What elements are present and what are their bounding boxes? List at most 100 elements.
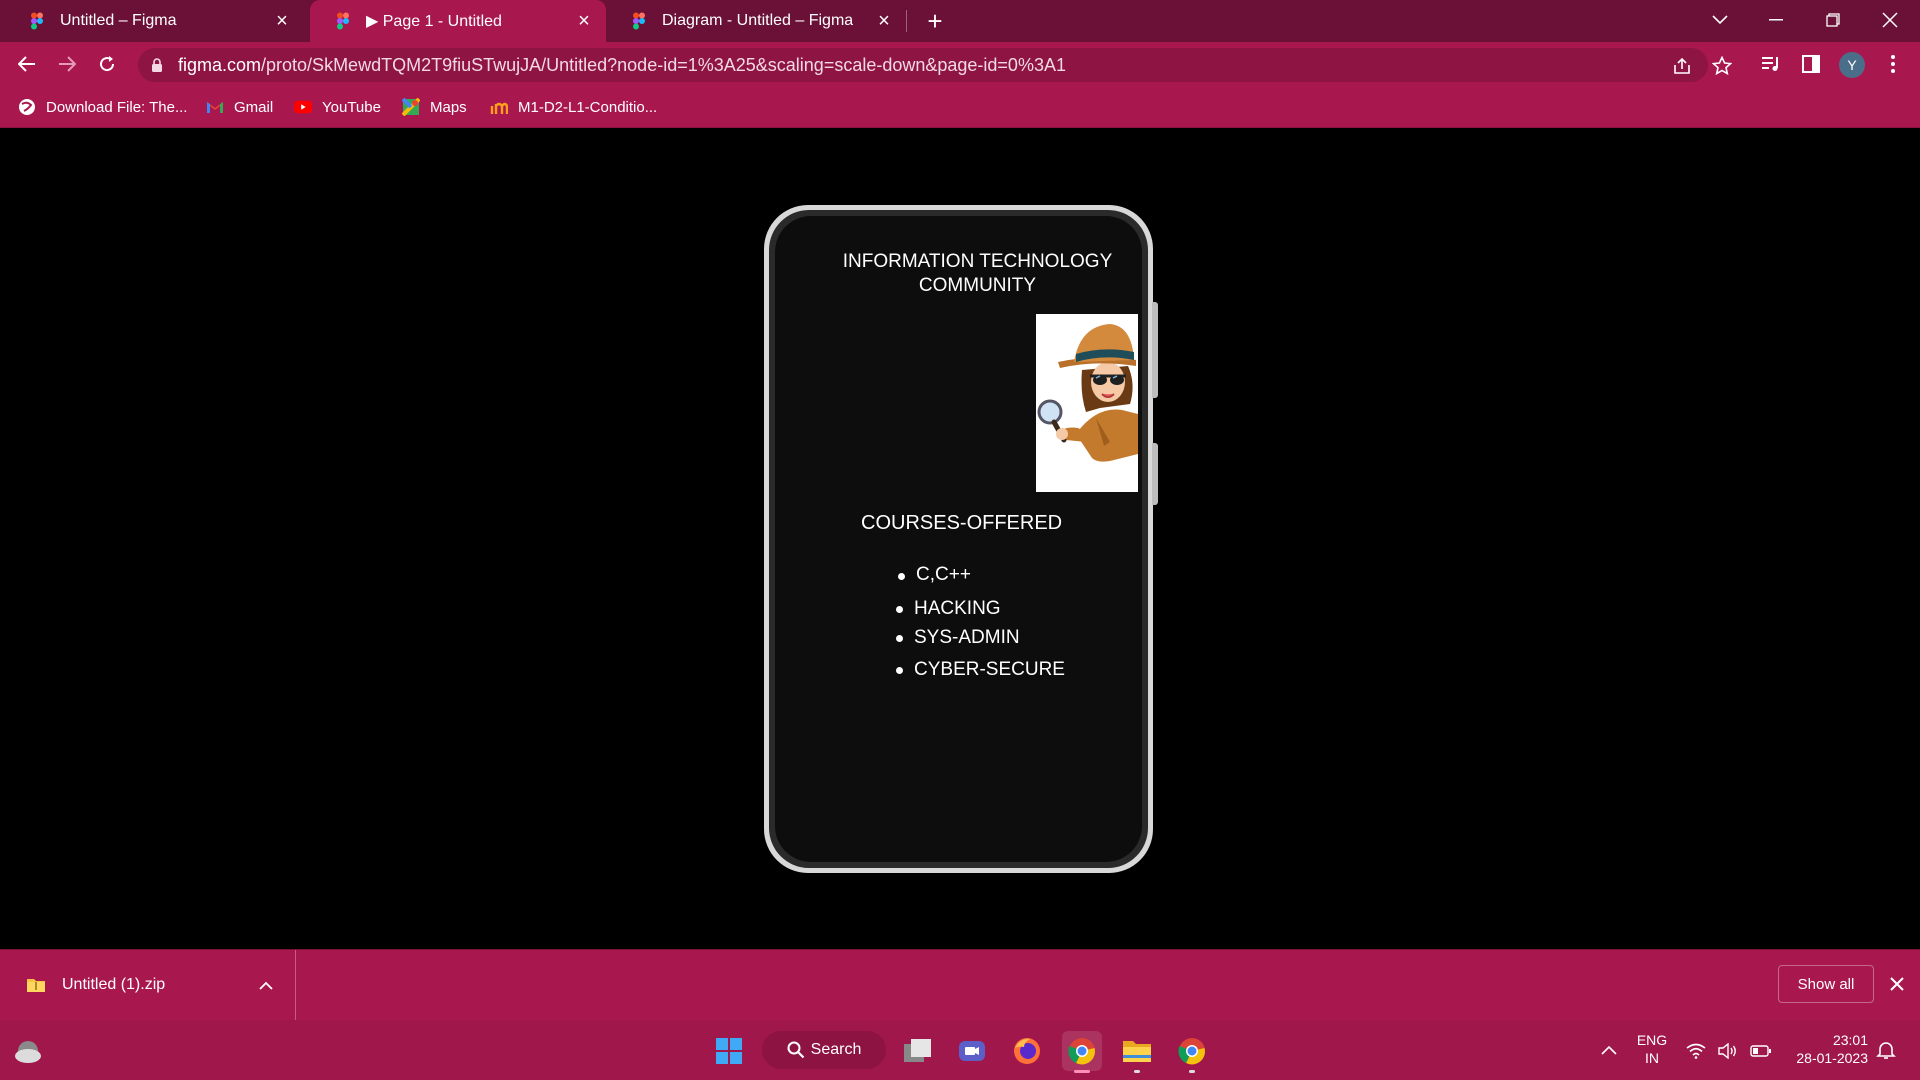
wifi-icon <box>1686 1043 1706 1059</box>
browser-menu-button[interactable] <box>1877 48 1909 80</box>
restore-button[interactable] <box>1817 4 1849 36</box>
task-view-icon <box>904 1039 931 1062</box>
side-panel-button[interactable] <box>1795 48 1827 80</box>
close-icon <box>1882 12 1898 28</box>
tab-label: Diagram - Untitled – Figma <box>662 12 854 29</box>
show-hidden-icons-button[interactable] <box>1593 1034 1625 1066</box>
phone-side-button <box>1152 443 1158 505</box>
start-button[interactable] <box>709 1031 749 1071</box>
close-icon[interactable]: × <box>874 11 894 31</box>
chrome-profile-button[interactable] <box>1172 1031 1212 1071</box>
lock-icon[interactable] <box>151 58 163 73</box>
bookmark-label: Download File: The... <box>46 98 188 116</box>
weather-widget[interactable] <box>8 1031 48 1071</box>
courses-heading: COURSES-OFFERED <box>861 512 1063 534</box>
chevron-down-icon <box>1712 15 1728 25</box>
bullet <box>896 635 903 642</box>
tab-label: Untitled – Figma <box>60 12 177 29</box>
bookmark-maps[interactable]: Maps <box>402 94 467 120</box>
bullet <box>896 667 903 674</box>
new-tab-button[interactable]: + <box>919 5 951 37</box>
profile-avatar[interactable]: Y <box>1839 52 1865 78</box>
media-controls-button[interactable] <box>1755 48 1787 80</box>
back-button[interactable] <box>11 48 43 80</box>
close-download-bar-button[interactable] <box>1881 968 1913 1000</box>
arrow-right-icon <box>59 56 76 72</box>
taskbar-search[interactable]: Search <box>762 1031 886 1069</box>
notifications-button[interactable] <box>1870 1034 1902 1066</box>
globe-icon <box>19 99 35 115</box>
show-all-downloads-button[interactable]: Show all <box>1778 965 1874 1003</box>
clock-time: 23:01 <box>1832 1032 1868 1048</box>
tab-diagram-figma[interactable]: Diagram - Untitled – Figma × <box>606 0 906 42</box>
download-item[interactable]: Untitled (1).zip <box>0 950 296 1020</box>
chevron-up-icon <box>1601 1045 1617 1055</box>
chevron-up-icon[interactable] <box>259 981 273 991</box>
figma-icon <box>31 12 43 30</box>
tab-untitled-figma[interactable]: Untitled – Figma × <box>4 0 304 42</box>
download-file-name: Untitled (1).zip <box>62 976 166 993</box>
bookmark-m1-d2-l1[interactable]: M1-D2-L1-Conditio... <box>490 94 657 120</box>
bullet <box>896 606 903 613</box>
bookmark-label: M1-D2-L1-Conditio... <box>518 98 658 116</box>
clock[interactable]: 23:01 28-01-2023 <box>1784 1031 1868 1067</box>
battery-icon <box>1750 1045 1771 1057</box>
forward-button[interactable] <box>51 48 83 80</box>
firefox-button[interactable] <box>1007 1031 1047 1071</box>
detective-icon <box>1037 324 1138 462</box>
tab-search-button[interactable] <box>1704 4 1736 36</box>
reload-button[interactable] <box>91 48 123 80</box>
search-label: Search <box>810 1041 862 1058</box>
url-path: /proto/SkMewdTQM2T9fiuSTwujJA/Untitled?n… <box>261 55 1066 75</box>
star-icon <box>1712 56 1732 76</box>
bookmarks-bar <box>0 86 1920 128</box>
minimize-icon <box>1769 19 1783 21</box>
input-language-indicator[interactable]: ENG IN <box>1627 1031 1677 1067</box>
bookmark-label: Maps <box>430 98 467 116</box>
chrome-button[interactable] <box>1062 1031 1102 1071</box>
bookmark-label: YouTube <box>322 98 381 116</box>
running-app-indicator <box>1189 1070 1195 1073</box>
language-code: ENG <box>1636 1032 1668 1048</box>
share-button[interactable] <box>1666 50 1698 82</box>
task-view-button[interactable] <box>898 1031 938 1071</box>
phone-screen <box>775 216 1142 862</box>
close-icon[interactable]: × <box>574 11 594 31</box>
course-site-icon <box>490 102 508 114</box>
bookmark-youtube[interactable]: YouTube <box>294 94 381 120</box>
bell-icon <box>1876 1042 1896 1059</box>
zip-file-icon <box>27 979 45 992</box>
course-item: C,C++ <box>916 564 971 585</box>
chrome-icon <box>1178 1038 1205 1065</box>
youtube-icon <box>294 100 312 114</box>
quick-settings[interactable] <box>1686 1040 1772 1062</box>
volume-icon <box>1718 1043 1736 1059</box>
folder-icon <box>1123 1041 1151 1062</box>
teams-chat-button[interactable] <box>952 1031 992 1071</box>
windows-icon <box>716 1038 742 1064</box>
gmail-icon <box>207 102 223 113</box>
active-app-indicator <box>1074 1070 1090 1073</box>
file-explorer-button[interactable] <box>1117 1031 1157 1071</box>
community-title: INFORMATION TECHNOLOGY COMMUNITY <box>790 250 1165 298</box>
search-icon <box>787 1041 804 1059</box>
running-app-indicator <box>1134 1070 1140 1073</box>
reload-icon <box>100 56 115 72</box>
minimize-button[interactable] <box>1760 4 1792 36</box>
close-icon[interactable]: × <box>272 11 292 31</box>
bookmark-download-file[interactable]: Download File: The... <box>18 94 187 120</box>
url-host: figma.com <box>178 55 262 75</box>
course-item: CYBER-SECURE <box>914 659 1065 680</box>
share-icon <box>1674 57 1690 74</box>
video-chat-icon <box>959 1041 985 1061</box>
bookmark-star-button[interactable] <box>1706 50 1738 82</box>
bookmark-gmail[interactable]: Gmail <box>206 94 273 120</box>
bookmark-label: Gmail <box>234 98 274 116</box>
phone-side-button <box>1152 302 1158 398</box>
close-window-button[interactable] <box>1874 4 1906 36</box>
tab-divider <box>906 10 907 32</box>
title-line: INFORMATION TECHNOLOGY <box>842 251 1113 272</box>
tab-page-1-untitled[interactable]: ▶ Page 1 - Untitled × <box>310 0 606 42</box>
url-text[interactable]: figma.com/proto/SkMewdTQM2T9fiuSTwujJA/U… <box>178 52 1066 78</box>
cloud-icon <box>15 1041 41 1063</box>
